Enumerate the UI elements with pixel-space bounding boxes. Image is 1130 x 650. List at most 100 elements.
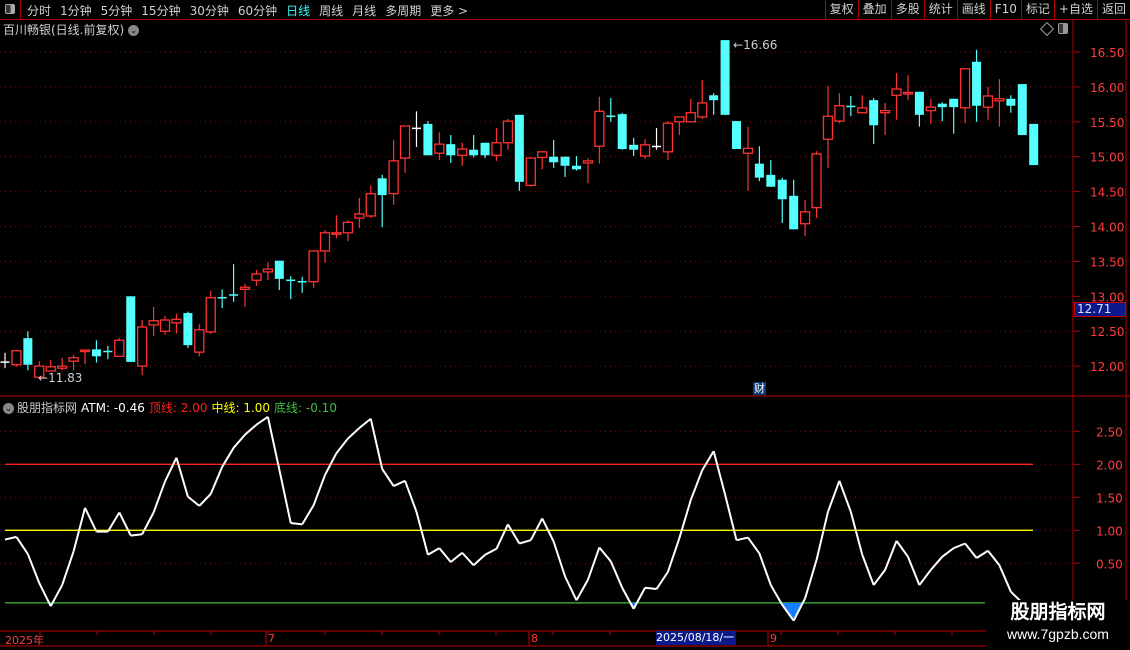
- candle-body: [925, 106, 936, 112]
- candle-body: [857, 107, 868, 114]
- date-label: 7: [268, 632, 275, 645]
- candle-body: [286, 279, 296, 282]
- candle-body: [629, 144, 639, 150]
- atm-line-segment: [404, 480, 418, 513]
- candle-body: [685, 112, 696, 123]
- candle-body: [137, 326, 148, 367]
- candle-body: [0, 361, 10, 363]
- atm-line-segment: [141, 512, 155, 535]
- indicator-tick-label: 1.00: [1096, 524, 1123, 538]
- candle-body: [11, 350, 22, 366]
- atm-line-segment: [632, 587, 646, 610]
- atm-line-segment: [689, 469, 704, 501]
- candle-body: [480, 142, 490, 156]
- atm-line-segment: [472, 553, 486, 567]
- candle-body: [114, 339, 125, 357]
- candle-body: [262, 268, 274, 273]
- candle-body: [411, 127, 421, 130]
- finance-marker[interactable]: 财: [753, 382, 766, 395]
- high-price-label: ←16.66: [733, 38, 778, 52]
- atm-line-segment: [953, 542, 966, 550]
- atm-line-segment: [586, 547, 601, 581]
- candle-body: [148, 320, 159, 326]
- atm-line-segment: [381, 468, 395, 487]
- atm-line-segment: [941, 547, 955, 558]
- atm-line-segment: [26, 553, 41, 584]
- candle-body: [639, 144, 651, 157]
- atm-line-segment: [609, 560, 624, 589]
- atm-line-segment: [450, 551, 463, 563]
- candle-body: [308, 250, 319, 283]
- candle-body: [572, 165, 581, 170]
- atm-line-segment: [747, 536, 761, 554]
- indicator-tick-label: 2.50: [1096, 425, 1123, 439]
- candle-body: [217, 296, 227, 299]
- candle-body: [342, 221, 354, 234]
- chevron-down-icon[interactable]: ⌄: [3, 403, 14, 414]
- candle-body: [469, 149, 479, 156]
- candle-body: [91, 349, 101, 357]
- atm-line-segment: [815, 511, 829, 561]
- atm-line-segment: [507, 523, 521, 545]
- atm-line-segment: [255, 415, 269, 426]
- atm-line-segment: [998, 564, 1012, 593]
- candle-body: [891, 88, 902, 96]
- atm-line-segment: [187, 495, 200, 507]
- atm-line-segment: [884, 540, 898, 571]
- atm-line-segment: [484, 547, 497, 556]
- atm-line-segment: [369, 418, 384, 470]
- candle-body: [126, 296, 136, 362]
- top-line-value: 顶线: 2.00: [148, 401, 208, 415]
- atm-line-segment: [164, 457, 178, 482]
- candle-body: [1006, 98, 1016, 106]
- atm-line-segment: [495, 523, 509, 550]
- candle-body: [720, 40, 730, 115]
- atm-line-segment: [427, 547, 440, 556]
- atm-line-segment: [758, 553, 772, 586]
- atm-line-segment: [290, 522, 303, 526]
- atm-line-segment: [519, 539, 532, 545]
- candle-body: [732, 121, 742, 150]
- atm-line-segment: [61, 551, 75, 586]
- candle-body: [834, 105, 845, 122]
- candle-body: [446, 144, 456, 156]
- candle-body: [354, 213, 365, 219]
- candle-body: [766, 174, 776, 187]
- candle-body: [662, 122, 674, 153]
- candle-body: [799, 211, 811, 225]
- atm-line-segment: [312, 474, 326, 506]
- chart-canvas: 12.0012.5013.0013.5014.0014.5015.0015.50…: [0, 20, 1130, 647]
- low-price-label: ←11.83: [38, 371, 83, 385]
- price-tick-label: 14.50: [1090, 186, 1124, 200]
- atm-line-segment: [347, 427, 361, 440]
- candle-body: [319, 232, 331, 252]
- candle-body: [274, 260, 284, 279]
- candle-body: [994, 98, 1005, 102]
- atm-line-segment: [918, 569, 932, 586]
- atm-line-segment: [724, 494, 738, 541]
- cursor-date-label: 2025/08/18/一: [656, 631, 736, 645]
- atm-line-segment: [701, 450, 715, 471]
- atm-line-segment: [232, 433, 246, 449]
- atm-line-segment: [838, 480, 852, 513]
- atm-line-segment: [118, 512, 132, 537]
- indicator-name[interactable]: 股朋指标网: [17, 401, 77, 415]
- atm-line-segment: [666, 537, 681, 573]
- candle-body: [709, 95, 719, 101]
- candle-body: [491, 142, 502, 156]
- atm-line-segment: [175, 457, 189, 497]
- atm-line-segment: [804, 559, 818, 599]
- candle-body: [1017, 84, 1027, 136]
- candle-body: [606, 115, 616, 118]
- indicator-tick-label: 1.50: [1096, 491, 1123, 505]
- low-price-value: 11.83: [48, 371, 83, 385]
- candle-body: [423, 123, 433, 156]
- atm-line-segment: [895, 540, 909, 558]
- watermark: 股朋指标网 www.7gpzb.com: [986, 600, 1130, 650]
- date-label: 9: [770, 632, 777, 645]
- indicator-title: ⌄ 股朋指标网 ATM: -0.46 顶线: 2.00 中线: 1.00 底线: -0.1…: [3, 399, 341, 416]
- candle-body: [949, 98, 959, 108]
- atm-line-segment: [769, 584, 784, 606]
- candle-body: [103, 350, 113, 353]
- bottom-line-value: 底线: -0.10: [274, 401, 337, 415]
